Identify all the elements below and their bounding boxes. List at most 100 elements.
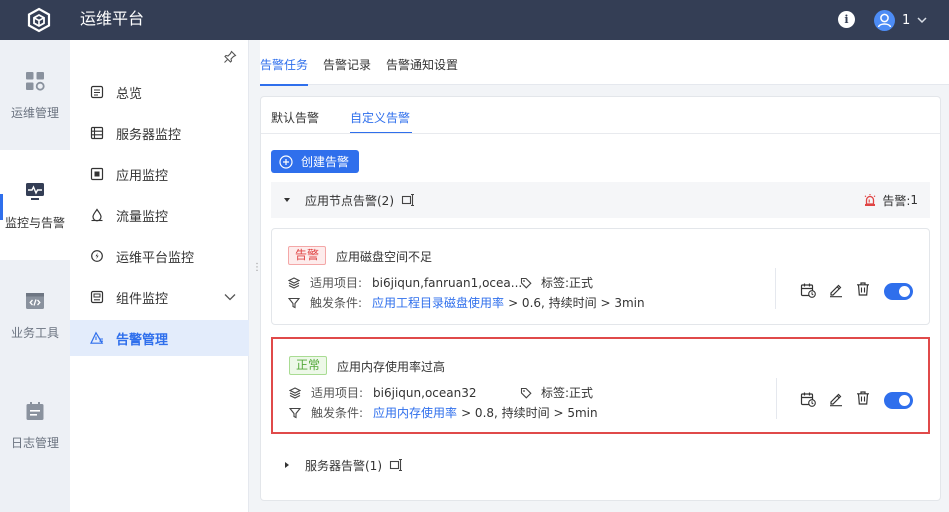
create-alert-label: 创建告警: [301, 155, 350, 169]
trash-icon[interactable]: [855, 390, 871, 406]
tab-alert-notification-settings[interactable]: 告警通知设置: [386, 56, 458, 73]
caret-down-icon[interactable]: [283, 196, 291, 204]
alarm-siren-icon: [864, 194, 876, 206]
rule-tag: 标签:正式: [520, 384, 593, 401]
alert-rule-card[interactable]: 告警 应用磁盘空间不足 适用项目: bi6jiqun,fanruan1,ocea…: [271, 228, 930, 325]
subtab-default-alerts[interactable]: 默认告警: [271, 109, 319, 126]
traffic-drop-icon: [91, 208, 103, 222]
filter-icon: [289, 407, 301, 418]
module-rail: 运维管理 监控与告警 业务工具 日志管理: [0, 40, 70, 512]
overview-icon: [90, 85, 104, 99]
rail-item-log-management[interactable]: 日志管理: [0, 370, 70, 480]
alarm-label: 告警:: [882, 193, 911, 208]
sidebar-item-label: 组件监控: [116, 291, 169, 307]
rail-item-business-tools[interactable]: 业务工具: [0, 260, 70, 370]
app-window-icon: [90, 167, 104, 181]
monitor-pulse-icon: [26, 182, 44, 200]
sidebar-item-label: 服务器监控: [116, 127, 182, 143]
sidebar-item-server-monitoring[interactable]: 服务器监控: [70, 115, 249, 151]
user-menu[interactable]: 1: [874, 9, 928, 31]
sidebar-item-label: 运维平台监控: [116, 250, 195, 266]
sidebar-item-label: 应用监控: [116, 168, 169, 184]
alert-rule-card-highlighted[interactable]: 正常 应用内存使用率过高 适用项目: bi6jiqun,ocean32 标签:正…: [271, 337, 930, 434]
alert-group-header[interactable]: 服务器告警(1): [271, 447, 930, 483]
top-bar: 运维平台 i 1: [0, 0, 949, 40]
rail-item-ops-management[interactable]: 运维管理: [0, 40, 70, 150]
avatar[interactable]: [874, 9, 895, 31]
subtab-custom-alerts[interactable]: 自定义告警: [350, 109, 410, 126]
alert-panel: 默认告警 自定义告警 创建告警 应用节点告警(2) 告警: 1 告警 应用磁盘空…: [260, 96, 941, 501]
projects-label: 适用项目:: [310, 276, 363, 290]
sidebar-item-app-monitoring[interactable]: 应用监控: [70, 156, 249, 192]
rule-condition: 触发条件: 应用内存使用率 > 0.8, 持续时间 > 5min: [289, 404, 598, 421]
rail-item-label: 运维管理: [10, 105, 59, 120]
condition-label: 触发条件:: [310, 296, 363, 310]
alarm-summary: 告警: 1: [863, 182, 930, 218]
rule-projects: 适用项目: bi6jiqun,ocean32: [289, 384, 477, 401]
user-name[interactable]: 1: [902, 13, 910, 28]
sidebar-item-overview[interactable]: 总览: [70, 74, 249, 110]
rail-item-label: 监控与告警: [4, 215, 65, 230]
sidebar-item-platform-monitoring[interactable]: 运维平台监控: [70, 238, 249, 274]
enable-toggle[interactable]: [884, 392, 913, 409]
enable-toggle[interactable]: [884, 283, 913, 300]
rule-tag: 标签:正式: [520, 274, 593, 291]
edit-icon[interactable]: [828, 391, 844, 407]
sidebar-resize-handle[interactable]: ⋮⋮: [252, 263, 273, 279]
sidebar-item-traffic-monitoring[interactable]: 流量监控: [70, 197, 249, 233]
projects-value: bi6jiqun,fanruan1,ocea...: [372, 275, 523, 290]
layers-icon: [288, 276, 300, 289]
calendar-log-icon: [26, 401, 44, 420]
alert-group-header[interactable]: 应用节点告警(2) 告警: 1: [271, 182, 930, 218]
rename-group-icon[interactable]: [389, 458, 403, 472]
calendar-history-icon[interactable]: [800, 282, 816, 298]
user-icon: [877, 13, 892, 27]
rail-item-monitoring-alerts[interactable]: 监控与告警: [0, 150, 70, 260]
tag-icon: [520, 387, 532, 399]
condition-value: > 0.6, 持续时间 > 3min: [508, 296, 645, 310]
rename-group-icon[interactable]: [401, 193, 415, 207]
condition-value: > 0.8, 持续时间 > 5min: [461, 406, 598, 420]
caret-right-icon[interactable]: [283, 461, 291, 469]
app-title: 运维平台: [80, 9, 145, 28]
tag-icon: [520, 277, 532, 289]
rule-condition: 触发条件: 应用工程目录磁盘使用率 > 0.6, 持续时间 > 3min: [288, 294, 645, 311]
alert-triangle-icon: [90, 331, 104, 344]
filter-icon: [288, 297, 300, 308]
active-tab-underline: [260, 84, 308, 86]
card-divider: [775, 268, 776, 309]
main-tabs: 告警任务 告警记录 告警通知设置: [260, 40, 949, 86]
dashboard-grid-icon: [26, 71, 45, 91]
platform-gear-icon: [91, 250, 103, 262]
projects-label: 适用项目:: [311, 386, 364, 400]
sidebar-item-component-monitoring[interactable]: 组件监控: [70, 279, 249, 315]
sidebar-item-label: 总览: [116, 86, 143, 102]
metric-link[interactable]: 应用内存使用率: [373, 404, 457, 421]
layers-icon: [289, 386, 301, 399]
sidebar: 总览 服务器监控 应用监控 流量监控 运维平台监控 组件监控 告警管理: [70, 40, 249, 512]
status-badge: 正常: [289, 356, 328, 375]
rule-projects: 适用项目: bi6jiqun,fanruan1,ocea...: [288, 274, 522, 291]
pin-icon[interactable]: [223, 50, 237, 64]
edit-icon[interactable]: [828, 282, 844, 298]
calendar-history-icon[interactable]: [800, 391, 816, 407]
sidebar-item-alert-management[interactable]: 告警管理: [70, 320, 249, 356]
tag-value: 标签:正式: [541, 276, 594, 290]
info-icon[interactable]: i: [838, 11, 855, 28]
rail-item-label: 业务工具: [10, 325, 59, 340]
tab-alert-tasks[interactable]: 告警任务: [260, 56, 308, 73]
chevron-down-icon[interactable]: [224, 292, 236, 302]
projects-value: bi6jiqun,ocean32: [373, 385, 477, 400]
group-title: 应用节点告警(2): [305, 193, 394, 208]
rule-title: 应用内存使用率过高: [337, 360, 446, 374]
status-badge: 告警: [288, 246, 327, 265]
metric-link[interactable]: 应用工程目录磁盘使用率: [372, 294, 504, 311]
rule-title: 应用磁盘空间不足: [336, 250, 433, 264]
sidebar-item-label: 告警管理: [116, 332, 169, 348]
tab-alert-records[interactable]: 告警记录: [323, 56, 371, 73]
chevron-down-icon[interactable]: [916, 14, 928, 26]
create-alert-button[interactable]: 创建告警: [271, 150, 359, 173]
trash-icon[interactable]: [855, 281, 871, 297]
component-icon: [90, 290, 104, 304]
server-list-icon: [90, 126, 104, 140]
